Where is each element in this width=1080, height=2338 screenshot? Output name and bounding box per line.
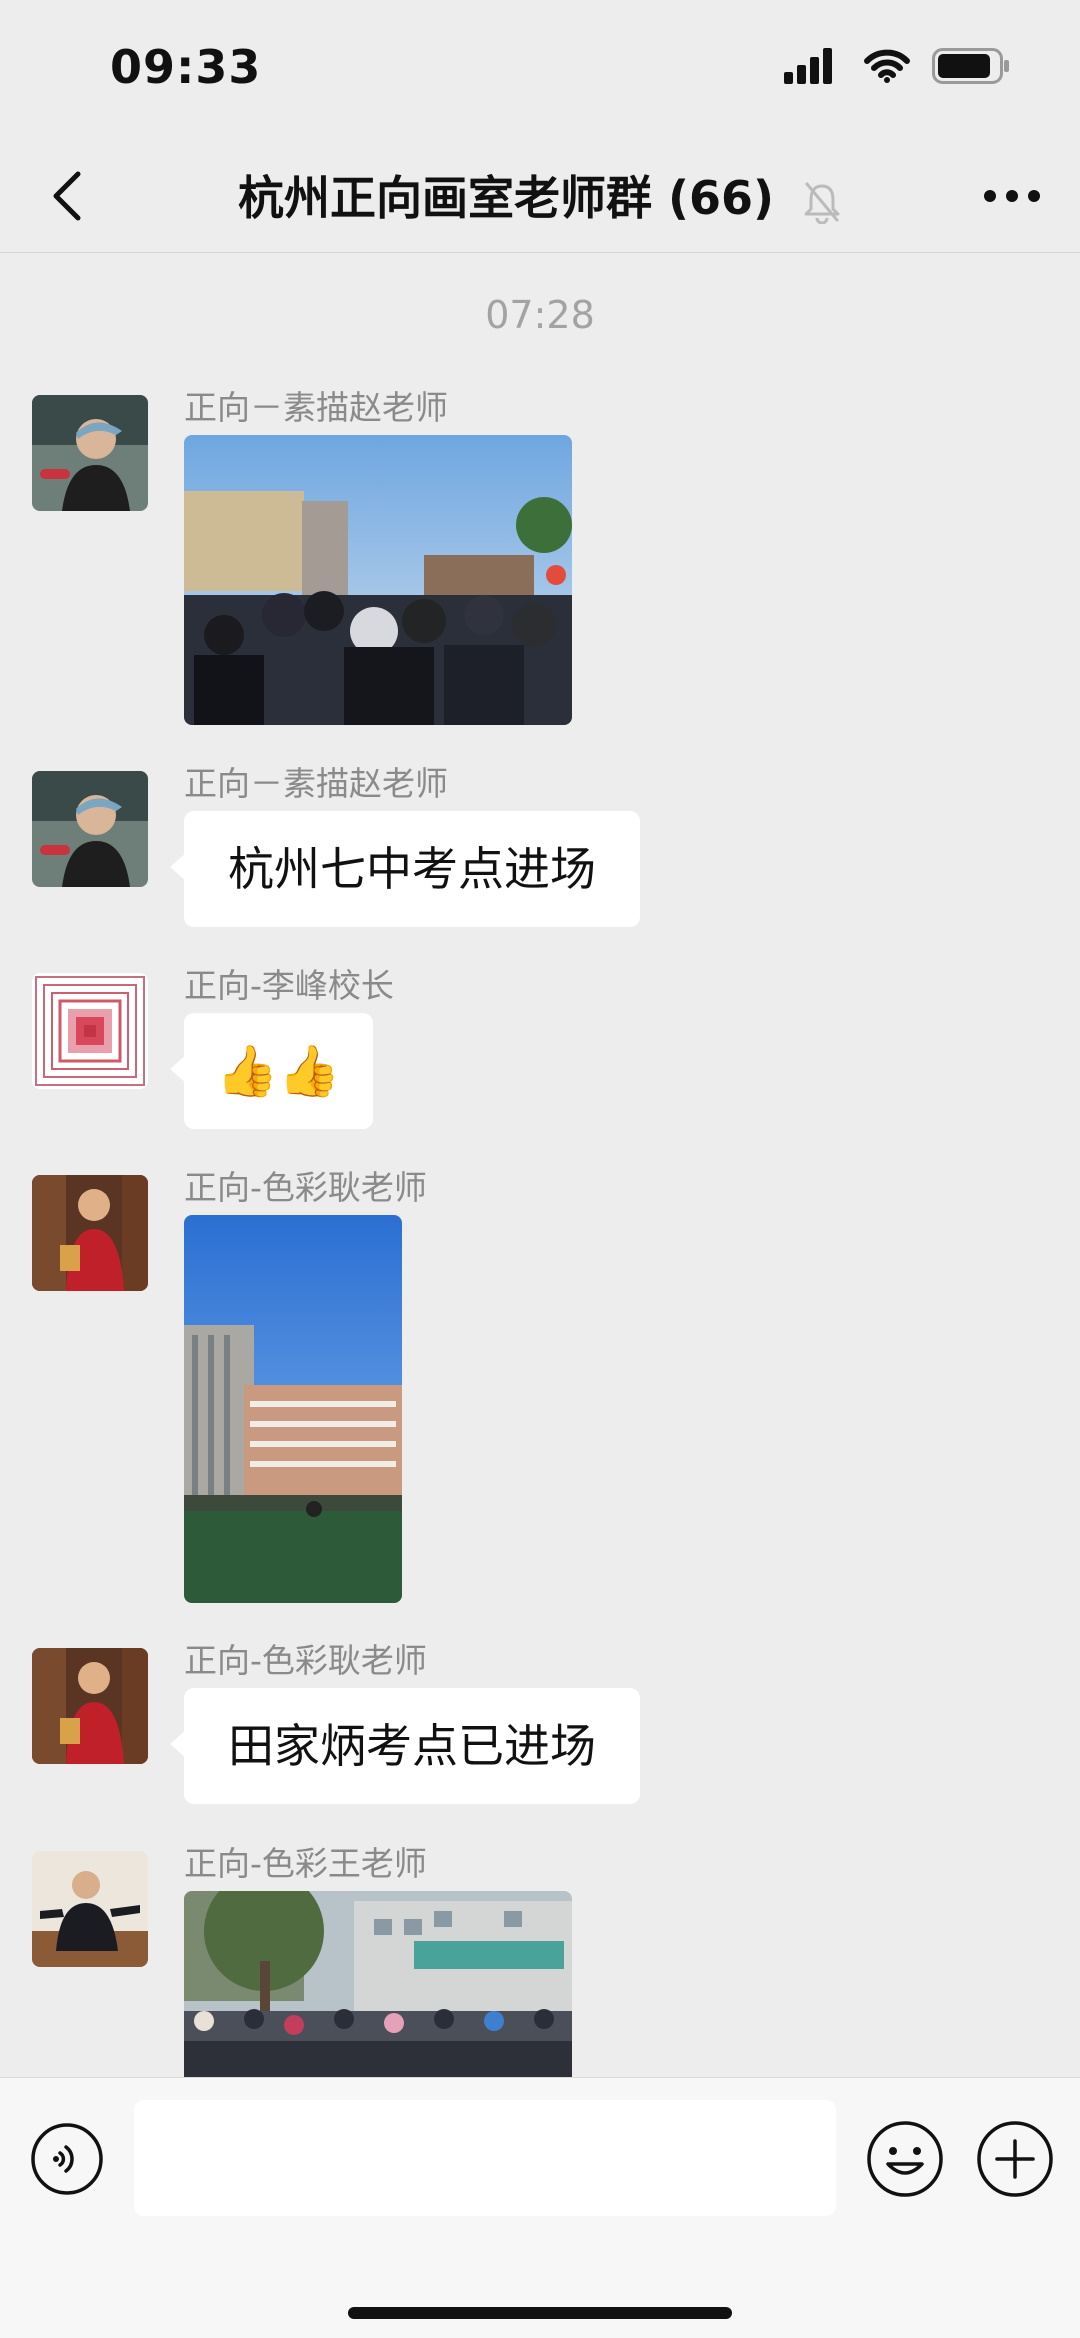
sender-name: 正向－素描赵老师 (184, 764, 448, 803)
chat-title[interactable]: 杭州正向画室老师群 (66) (238, 171, 774, 225)
battery-icon (932, 48, 1009, 84)
more-icon[interactable] (980, 176, 1044, 216)
message-item: 正向－素描赵老师 (0, 388, 1080, 735)
message-image[interactable] (184, 1891, 572, 2077)
message-item: 正向-色彩耿老师 田家炳考点已进场 (0, 1641, 1080, 1818)
avatar[interactable] (32, 1175, 148, 1291)
voice-icon[interactable] (30, 2122, 104, 2196)
message-bubble[interactable]: 田家炳考点已进场 (170, 1688, 640, 1804)
avatar[interactable] (32, 771, 148, 887)
message-item: 正向－素描赵老师 杭州七中考点进场 (0, 764, 1080, 941)
message-item: 正向-李峰校长 👍👍 (0, 966, 1080, 1143)
mute-bell-icon (804, 182, 840, 224)
message-input[interactable] (134, 2100, 836, 2216)
chat-header: 杭州正向画室老师群 (66) (0, 140, 1080, 253)
avatar[interactable] (32, 1648, 148, 1764)
message-item: 正向-色彩耿老师 (0, 1168, 1080, 1605)
sender-name: 正向-色彩耿老师 (184, 1641, 427, 1680)
status-time: 09:33 (110, 40, 262, 94)
message-image[interactable] (184, 435, 572, 725)
message-image[interactable] (184, 1215, 402, 1603)
message-item: 正向-色彩王老师 (0, 1844, 1080, 2077)
message-timestamp: 07:28 (485, 293, 595, 337)
status-bar: 09:33 (0, 0, 1080, 140)
home-indicator (348, 2307, 732, 2319)
wifi-icon (864, 49, 910, 83)
signal-icon (784, 48, 832, 84)
plus-icon[interactable] (976, 2120, 1054, 2198)
sender-name: 正向-李峰校长 (184, 966, 394, 1005)
sender-name: 正向-色彩王老师 (184, 1844, 427, 1883)
message-bubble[interactable]: 杭州七中考点进场 (170, 811, 640, 927)
input-bar (0, 2077, 1080, 2338)
avatar[interactable] (32, 395, 148, 511)
avatar[interactable] (32, 1851, 148, 1967)
avatar[interactable] (32, 973, 148, 1089)
emoji-icon[interactable] (866, 2120, 944, 2198)
emoji-bubble[interactable]: 👍👍 (170, 1013, 373, 1129)
chat-messages[interactable]: 07:28 正向－素描赵老师 正向－素描赵老师 杭州七中考点进场 正向-李峰校长… (0, 253, 1080, 2077)
sender-name: 正向-色彩耿老师 (184, 1168, 427, 1207)
sender-name: 正向－素描赵老师 (184, 388, 448, 427)
